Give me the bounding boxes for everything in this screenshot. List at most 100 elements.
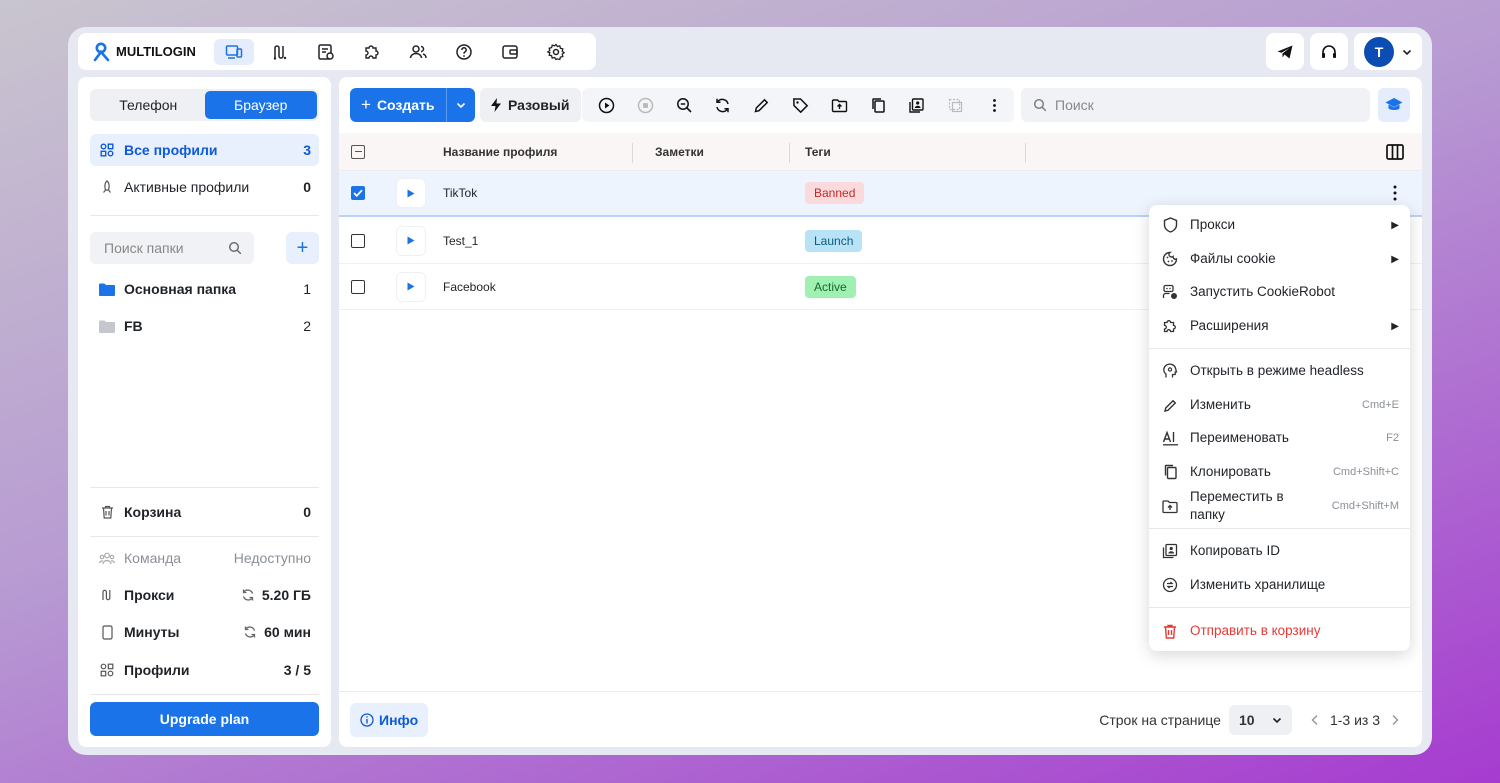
select-area-button[interactable] (936, 88, 975, 122)
column-divider[interactable] (1025, 143, 1026, 163)
nav-scripts-icon[interactable] (306, 39, 346, 65)
row-checkbox[interactable] (351, 186, 365, 200)
brand-name: MULTILOGIN (116, 44, 196, 59)
column-divider[interactable] (789, 143, 790, 163)
menu-item-cookies[interactable]: Файлы cookie ▶ (1149, 242, 1410, 276)
pencil-icon (1161, 396, 1179, 414)
menu-item-edit[interactable]: Изменить Cmd+E (1149, 388, 1410, 422)
nav-profiles-icon[interactable] (213, 38, 254, 65)
menu-item-proxy[interactable]: Прокси ▶ (1149, 208, 1410, 242)
copy-id-button[interactable] (898, 88, 937, 122)
menu-item-send-to-trash[interactable]: Отправить в корзину (1149, 614, 1410, 648)
column-divider[interactable] (632, 143, 633, 163)
sidebar-folder-fb[interactable]: FB 2 (90, 310, 319, 342)
nav-proxy-icon[interactable] (260, 39, 300, 65)
team-value: Недоступно (233, 550, 311, 566)
tags-button[interactable] (781, 88, 820, 122)
segment-phone[interactable]: Телефон (92, 91, 205, 119)
nav-help-icon[interactable] (444, 39, 484, 65)
menu-item-clone[interactable]: Клонировать Cmd+Shift+C (1149, 455, 1410, 489)
start-profile-button[interactable] (397, 179, 425, 207)
add-folder-button[interactable]: + (286, 232, 319, 264)
upgrade-plan-button[interactable]: Upgrade plan (90, 702, 319, 736)
profile-name[interactable]: Facebook (443, 280, 496, 294)
menu-item-rename[interactable]: Переименовать F2 (1149, 421, 1410, 455)
top-navigation: MULTILOGIN (78, 33, 596, 70)
segment-browser[interactable]: Браузер (204, 91, 317, 119)
chevron-left-icon[interactable] (1308, 713, 1322, 727)
column-header-notes[interactable]: Заметки (655, 145, 704, 159)
rows-per-page-value: 10 (1238, 712, 1255, 728)
profile-name[interactable]: Test_1 (443, 234, 478, 248)
profile-search-input[interactable]: Поиск (1021, 88, 1370, 122)
row-checkbox[interactable] (351, 233, 365, 248)
folder-search-input[interactable]: Поиск папки (90, 232, 254, 264)
user-menu[interactable]: T (1354, 33, 1422, 70)
columns-icon[interactable] (1386, 143, 1404, 160)
menu-item-extensions[interactable]: Расширения ▶ (1149, 309, 1410, 343)
profiles-value: 3 / 5 (283, 662, 311, 678)
proxy-label: Прокси (124, 587, 175, 603)
move-to-folder-button[interactable] (820, 88, 859, 122)
multilogin-logo[interactable]: MULTILOGIN (92, 42, 196, 62)
plus-icon: + (296, 236, 309, 259)
sidebar-item-trash[interactable]: Корзина 0 (90, 496, 319, 528)
nav-wallet-icon[interactable] (490, 39, 530, 65)
menu-item-label-line2: папку (1190, 507, 1225, 522)
academy-button[interactable] (1378, 88, 1410, 122)
search-icon (1033, 98, 1047, 112)
sidebar-item-label: Активные профили (124, 179, 250, 195)
column-header-name[interactable]: Название профиля (443, 145, 557, 159)
check-proxy-button[interactable] (665, 88, 704, 122)
sidebar-item-count: 3 (303, 142, 311, 158)
create-dropdown-button[interactable] (445, 88, 475, 122)
copy-icon (1161, 463, 1179, 481)
row-checkbox[interactable] (351, 279, 365, 294)
nav-settings-icon[interactable] (536, 39, 576, 65)
create-label: Создать (376, 97, 435, 113)
more-vertical-icon[interactable] (1389, 184, 1401, 202)
profile-name[interactable]: TikTok (443, 186, 477, 200)
clone-button[interactable] (859, 88, 898, 122)
quick-profile-button[interactable]: Разовый (480, 88, 582, 122)
sidebar-item-all-profiles[interactable]: Все профили 3 (90, 134, 319, 166)
play-icon (407, 282, 415, 291)
sidebar-item-active-profiles[interactable]: Активные профили 0 (90, 171, 319, 203)
menu-item-copy-id[interactable]: Копировать ID (1149, 534, 1410, 568)
more-actions-button[interactable] (975, 88, 1014, 122)
sidebar: Телефон Браузер Все профили 3 Активные п… (78, 77, 331, 747)
nav-extensions-icon[interactable] (352, 39, 392, 65)
more-vertical-icon (993, 98, 996, 112)
chevron-right-icon[interactable] (1388, 713, 1402, 727)
avatar: T (1364, 36, 1394, 67)
menu-item-headless[interactable]: Открыть в режиме headless (1149, 354, 1410, 388)
menu-item-move-to-folder[interactable]: Переместить в папку Cmd+Shift+M (1149, 488, 1410, 524)
trash-icon (1161, 622, 1179, 640)
refresh-icon[interactable] (241, 588, 255, 602)
telegram-button[interactable] (1266, 33, 1304, 70)
pencil-icon (754, 98, 769, 112)
start-button[interactable] (587, 88, 626, 122)
menu-item-label: Изменить (1190, 397, 1251, 412)
menu-item-label: Копировать ID (1190, 543, 1280, 558)
folder-count: 1 (303, 281, 311, 297)
menu-item-label: Расширения (1190, 318, 1269, 333)
folder-label: FB (124, 318, 143, 334)
refresh-button[interactable] (703, 88, 742, 122)
menu-item-change-storage[interactable]: Изменить хранилище (1149, 568, 1410, 602)
menu-item-cookierobot[interactable]: Запустить CookieRobot (1149, 275, 1410, 309)
nav-team-icon[interactable] (398, 39, 438, 65)
start-profile-button[interactable] (397, 226, 425, 255)
start-profile-button[interactable] (397, 272, 425, 301)
select-all-checkbox[interactable] (351, 144, 365, 159)
stop-button[interactable] (626, 88, 665, 122)
column-header-tags[interactable]: Теги (805, 145, 831, 159)
info-button[interactable]: Инфо (350, 703, 429, 737)
support-button[interactable] (1310, 33, 1348, 70)
create-button[interactable]: + Создать (350, 88, 446, 122)
sidebar-folder-main[interactable]: Основная папка 1 (90, 273, 319, 305)
refresh-icon[interactable] (243, 625, 257, 639)
rows-per-page-select[interactable]: 10 (1228, 705, 1292, 735)
menu-item-label: Переименовать (1190, 430, 1289, 445)
edit-button[interactable] (742, 88, 781, 122)
